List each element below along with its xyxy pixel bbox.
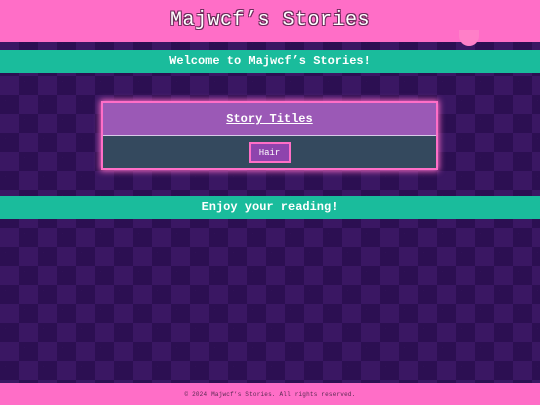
story-list: Hair [103,136,436,169]
story-titles-heading[interactable]: Story Titles [226,112,312,126]
welcome-banner: Welcome to Majwcf’s Stories! [0,50,540,73]
site-header: Majwcf’s Stories [0,0,540,46]
site-footer: © 2024 Majwcf’s Stories. All rights rese… [0,383,540,405]
header-decoration [459,30,479,46]
story-button-hair[interactable]: Hair [248,142,291,163]
story-titles-card: Story Titles Hair [101,101,438,170]
copyright-text: © 2024 Majwcf’s Stories. All rights rese… [184,391,356,398]
story-titles-header: Story Titles [103,103,436,136]
enjoy-banner: Enjoy your reading! [0,196,540,219]
